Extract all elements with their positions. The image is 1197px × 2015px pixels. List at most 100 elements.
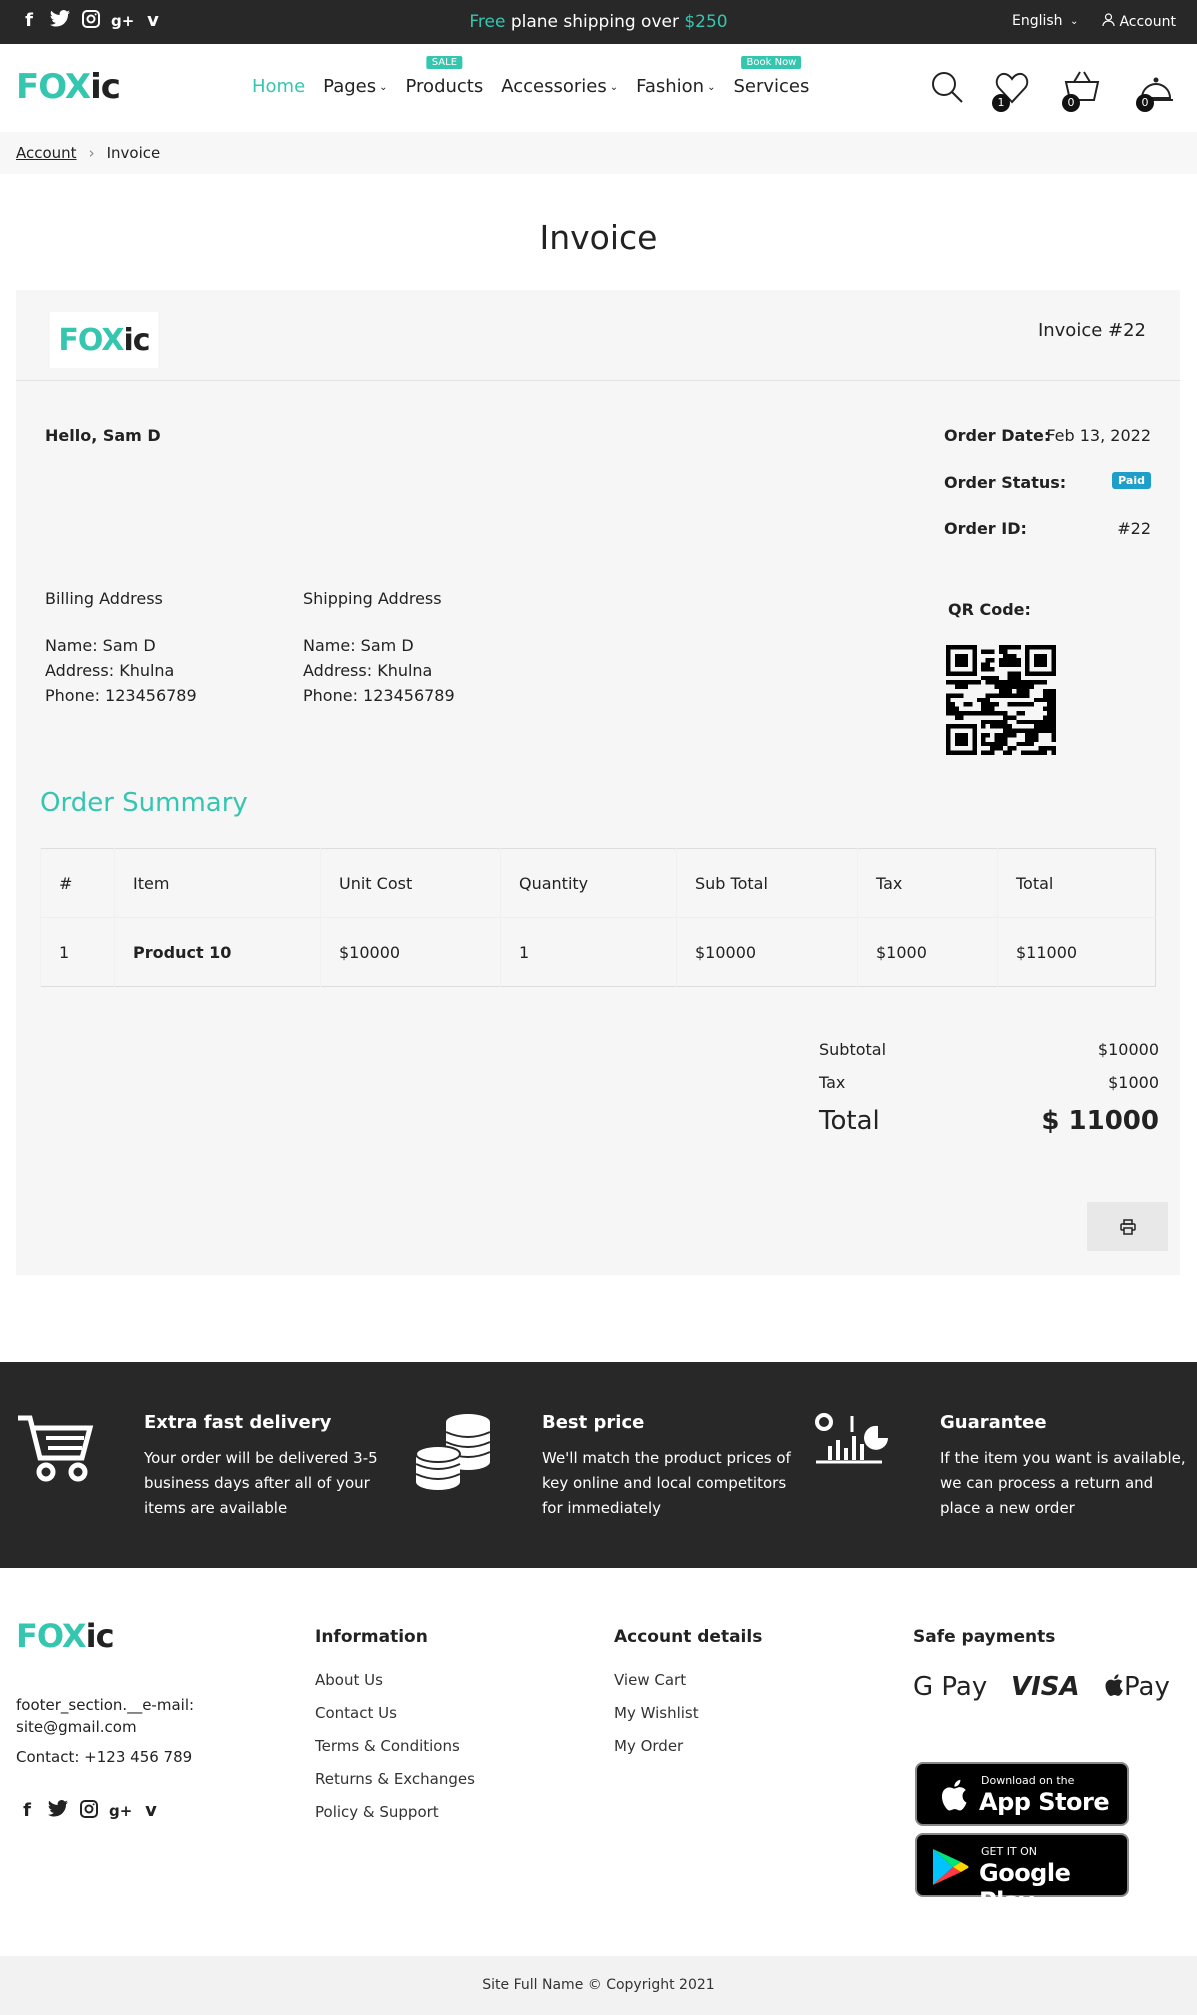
billing-name: Name: Sam D — [45, 636, 156, 655]
promo-middle: plane shipping over — [505, 12, 685, 32]
breadcrumb: Account › Invoice — [0, 132, 1197, 174]
cell-quantity: 1 — [500, 917, 677, 987]
order-id-value: #22 — [1117, 519, 1151, 538]
subtotal-row: Subtotal $10000 — [819, 1040, 1159, 1059]
footer-logo[interactable]: FOXic — [16, 1617, 115, 1655]
qr-code — [946, 645, 1056, 755]
footer-link-terms[interactable]: Terms & Conditions — [315, 1730, 475, 1763]
google-plus-icon[interactable]: g+ — [109, 1800, 132, 1822]
google-play-button[interactable]: GET IT ON Google Play — [915, 1833, 1129, 1915]
app-store-small-text: Download on the — [981, 1774, 1075, 1787]
nav-pages[interactable]: Pages ⌄ — [323, 76, 387, 97]
safe-payments-heading: Safe payments — [913, 1627, 1056, 1647]
nav-accessories[interactable]: Accessories ⌄ — [501, 76, 618, 97]
app-store-big-text: App Store — [979, 1788, 1110, 1816]
footer-link-order[interactable]: My Order — [614, 1730, 699, 1763]
col-quantity: Quantity — [500, 848, 677, 918]
logo-part-ic: ic — [85, 1617, 115, 1655]
wishlist-count: 1 — [992, 94, 1010, 112]
order-status-label: Order Status: — [944, 473, 1067, 492]
footer-email: footer_section.__e-mail: site@gmail.com — [16, 1696, 195, 1736]
instagram-icon[interactable] — [78, 1800, 100, 1822]
book-now-badge: Book Now — [741, 56, 802, 69]
logo-part-fox: FOX — [16, 67, 91, 107]
wishlist-icon[interactable]: 1 — [992, 68, 1032, 112]
invoice-logo-text: FOXic — [50, 326, 158, 356]
col-total: Total — [997, 848, 1156, 918]
print-button[interactable] — [1087, 1202, 1168, 1251]
facebook-icon[interactable]: f — [16, 1800, 38, 1822]
site-logo[interactable]: FOXic — [16, 67, 121, 107]
footer-link-about[interactable]: About Us — [315, 1664, 475, 1697]
main-header: FOXic Home Pages ⌄ SALE Products Accessori… — [0, 44, 1197, 132]
footer-link-returns[interactable]: Returns & Exchanges — [315, 1763, 475, 1796]
cart-count: 0 — [1062, 94, 1080, 112]
cell-sub-total: $10000 — [676, 917, 858, 987]
breadcrumb-account[interactable]: Account — [16, 144, 77, 162]
invoice-number: Invoice #22 — [1037, 320, 1146, 341]
orders-count: 0 — [1136, 94, 1154, 112]
apple-icon — [941, 1779, 967, 1811]
cart-icon[interactable]: 0 — [1062, 68, 1102, 112]
footer-link-view-cart[interactable]: View Cart — [614, 1664, 699, 1697]
chevron-down-icon: ⌄ — [707, 81, 716, 93]
subtotal-value: $10000 — [1097, 1040, 1159, 1059]
account-link[interactable]: Account — [1102, 13, 1176, 30]
billing-address-line: Address: Khulna — [45, 661, 175, 680]
main-nav: Home Pages ⌄ SALE Products Accessories ⌄ Fa… — [252, 56, 827, 97]
promo-free: Free — [469, 12, 506, 32]
totals-summary: Subtotal $10000 Tax $1000 Total $ 11000 — [819, 1040, 1159, 1150]
search-icon[interactable] — [928, 68, 968, 108]
cell-unit-cost: $10000 — [320, 917, 501, 987]
vimeo-icon[interactable]: v — [140, 1800, 162, 1822]
footer: FOXic footer_section.__e-mail: site@gmai… — [0, 1568, 1197, 1956]
col-number: # — [40, 848, 115, 918]
col-item: Item — [114, 848, 321, 918]
total-row: Total $ 11000 — [819, 1106, 1159, 1136]
order-summary-title: Order Summary — [40, 788, 248, 818]
subtotal-label: Subtotal — [819, 1040, 887, 1059]
google-pay-logo: G Pay — [913, 1672, 988, 1702]
footer-link-contact[interactable]: Contact Us — [315, 1697, 475, 1730]
nav-fashion[interactable]: Fashion ⌄ — [636, 76, 715, 97]
language-label: English — [1012, 13, 1063, 29]
billing-heading: Billing Address — [45, 589, 163, 608]
feature-title: Guarantee — [940, 1412, 1047, 1433]
col-unit-cost: Unit Cost — [320, 848, 501, 918]
col-sub-total: Sub Total — [676, 848, 858, 918]
apple-pay-text: Pay — [1124, 1672, 1170, 1702]
app-store-button[interactable]: Download on the App Store — [915, 1762, 1129, 1826]
feature-title: Best price — [542, 1412, 645, 1433]
total-label: Total — [819, 1106, 880, 1136]
footer-link-wishlist[interactable]: My Wishlist — [614, 1697, 699, 1730]
cell-number: 1 — [40, 917, 115, 987]
account-links: View Cart My Wishlist My Order — [614, 1664, 699, 1763]
twitter-icon[interactable] — [47, 1800, 69, 1822]
cell-total: $11000 — [997, 917, 1156, 987]
status-badge: Paid — [1112, 472, 1151, 489]
nav-home[interactable]: Home — [252, 76, 305, 97]
billing-address: Billing Address Name: Sam D Address: Khu… — [45, 586, 197, 708]
shipping-heading: Shipping Address — [303, 589, 442, 608]
apple-icon — [1105, 1674, 1123, 1696]
features-band: Extra fast delivery Your order will be d… — [0, 1362, 1197, 1568]
page-title: Invoice — [539, 218, 658, 257]
shipping-address-line: Address: Khulna — [303, 661, 433, 680]
order-bell-icon[interactable]: 0 — [1136, 68, 1176, 112]
user-icon — [1102, 13, 1119, 30]
footer-link-policy[interactable]: Policy & Support — [315, 1796, 475, 1829]
invoice-logo: FOXic — [50, 312, 158, 368]
order-id-label: Order ID: — [944, 519, 1027, 538]
apple-pay-logo: Pay — [1104, 1672, 1170, 1702]
nav-products[interactable]: SALE Products — [406, 56, 483, 97]
printer-icon — [1119, 1216, 1136, 1237]
nav-services[interactable]: Book Now Services — [733, 56, 809, 97]
order-table: # Item Unit Cost Quantity Sub Total Tax … — [40, 848, 1156, 987]
language-selector[interactable]: English ⌄ — [1012, 13, 1078, 29]
nav-label: Home — [252, 76, 306, 97]
tax-label: Tax — [819, 1073, 846, 1092]
sale-badge: SALE — [426, 56, 463, 69]
logo-part-ic: ic — [123, 323, 150, 358]
qr-label: QR Code: — [948, 600, 1031, 619]
cell-tax: $1000 — [857, 917, 998, 987]
